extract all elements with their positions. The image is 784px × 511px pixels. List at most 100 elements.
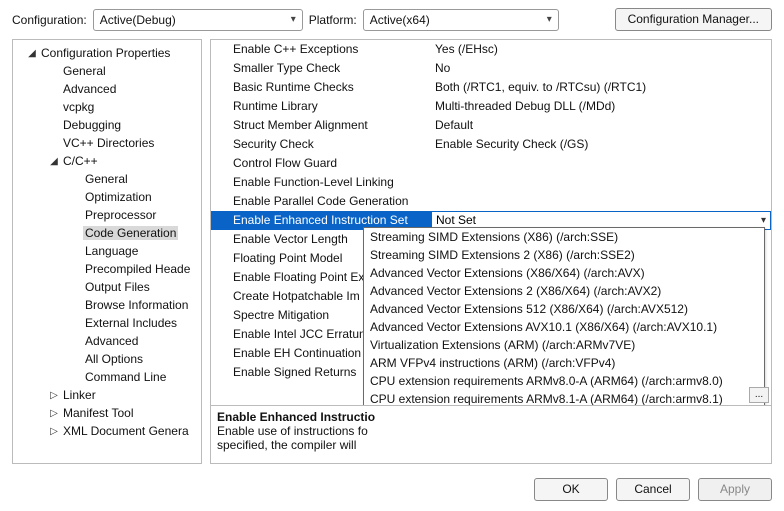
platform-label: Platform: xyxy=(309,13,357,27)
property-row[interactable]: Smaller Type CheckNo xyxy=(211,59,771,78)
configuration-value: Active(Debug) xyxy=(100,10,176,30)
apply-button[interactable]: Apply xyxy=(698,478,772,501)
description-body: Enable use of instructions fo xyxy=(217,424,765,438)
configuration-combo[interactable]: Active(Debug) ▾ xyxy=(93,9,303,31)
tree-item[interactable]: Output Files xyxy=(13,278,201,296)
property-row[interactable]: Basic Runtime ChecksBoth (/RTC1, equiv. … xyxy=(211,78,771,97)
tree-item[interactable]: General xyxy=(13,62,201,80)
tree-item[interactable]: Optimization xyxy=(13,188,201,206)
property-value[interactable]: Multi-threaded Debug DLL (/MDd) xyxy=(431,97,771,116)
tree-label: Command Line xyxy=(83,370,168,384)
tree-item[interactable]: ▷XML Document Genera xyxy=(13,422,201,440)
property-row[interactable]: Enable Function-Level Linking xyxy=(211,173,771,192)
property-name: Smaller Type Check xyxy=(211,59,431,78)
property-value[interactable] xyxy=(431,192,771,211)
dropdown-option[interactable]: Streaming SIMD Extensions 2 (X86) (/arch… xyxy=(364,246,764,264)
property-value[interactable] xyxy=(431,173,771,192)
tree-label: External Includes xyxy=(83,316,179,330)
tree-label: vcpkg xyxy=(61,100,96,114)
tree-item[interactable]: Advanced xyxy=(13,80,201,98)
tree-label: Preprocessor xyxy=(83,208,158,222)
tree-label: VC++ Directories xyxy=(61,136,156,150)
property-grid: Enable C++ ExceptionsYes (/EHsc)Smaller … xyxy=(210,39,772,406)
tree-label: C/C++ xyxy=(61,154,100,168)
tree-label: Output Files xyxy=(83,280,152,294)
description-body: specified, the compiler will xyxy=(217,438,765,452)
tree-item[interactable]: vcpkg xyxy=(13,98,201,116)
dropdown-option[interactable]: Advanced Vector Extensions (X86/X64) (/a… xyxy=(364,264,764,282)
expander-icon[interactable]: ▷ xyxy=(47,390,61,401)
dropdown-option[interactable]: ARM VFPv4 instructions (ARM) (/arch:VFPv… xyxy=(364,354,764,372)
tree-item[interactable]: VC++ Directories xyxy=(13,134,201,152)
tree-label: Advanced xyxy=(61,82,118,96)
dropdown-option[interactable]: CPU extension requirements ARMv8.0-A (AR… xyxy=(364,372,764,390)
expander-icon[interactable]: ▷ xyxy=(47,426,61,437)
description-title: Enable Enhanced Instructio xyxy=(217,410,765,424)
tree-item[interactable]: Preprocessor xyxy=(13,206,201,224)
dropdown-option[interactable]: CPU extension requirements ARMv8.1-A (AR… xyxy=(364,390,764,406)
tree-label: Language xyxy=(83,244,140,258)
chevron-down-icon: ▾ xyxy=(547,10,552,30)
property-name: Enable C++ Exceptions xyxy=(211,40,431,59)
tree-label: Code Generation xyxy=(83,226,178,240)
property-value[interactable]: No xyxy=(431,59,771,78)
tree-item[interactable]: Advanced xyxy=(13,332,201,350)
platform-value: Active(x64) xyxy=(370,10,430,30)
ok-button[interactable]: OK xyxy=(534,478,608,501)
tree-item[interactable]: General xyxy=(13,170,201,188)
dropdown-option[interactable]: Advanced Vector Extensions AVX10.1 (X86/… xyxy=(364,318,764,336)
tree-item-configuration-properties[interactable]: ◢ Configuration Properties xyxy=(13,44,201,62)
tree-label: Optimization xyxy=(83,190,154,204)
tree-item[interactable]: Precompiled Heade xyxy=(13,260,201,278)
tree-label: Linker xyxy=(61,388,98,402)
dropdown-option[interactable]: Virtualization Extensions (ARM) (/arch:A… xyxy=(364,336,764,354)
property-value[interactable]: Both (/RTC1, equiv. to /RTCsu) (/RTC1) xyxy=(431,78,771,97)
dropdown-option[interactable]: Advanced Vector Extensions 512 (X86/X64)… xyxy=(364,300,764,318)
tree-item[interactable]: Debugging xyxy=(13,116,201,134)
tree-item-c-cpp[interactable]: ◢ C/C++ xyxy=(13,152,201,170)
tree-item[interactable]: ▷Manifest Tool xyxy=(13,404,201,422)
tree-label: General xyxy=(83,172,130,186)
tree-item[interactable]: Code Generation xyxy=(13,224,201,242)
tree-label: XML Document Genera xyxy=(61,424,191,438)
expander-icon[interactable]: ◢ xyxy=(47,156,61,167)
property-value[interactable] xyxy=(431,154,771,173)
property-name: Enable Function-Level Linking xyxy=(211,173,431,192)
property-row[interactable]: Enable C++ ExceptionsYes (/EHsc) xyxy=(211,40,771,59)
property-name: Security Check xyxy=(211,135,431,154)
property-row[interactable]: Control Flow Guard xyxy=(211,154,771,173)
platform-combo[interactable]: Active(x64) ▾ xyxy=(363,9,559,31)
tree-item[interactable]: ▷Linker xyxy=(13,386,201,404)
expander-icon[interactable]: ◢ xyxy=(25,48,39,59)
property-name: Runtime Library xyxy=(211,97,431,116)
tree-label: Advanced xyxy=(83,334,140,348)
tree-label: Precompiled Heade xyxy=(83,262,192,276)
expander-icon[interactable]: ▷ xyxy=(47,408,61,419)
dropdown-option[interactable]: Streaming SIMD Extensions (X86) (/arch:S… xyxy=(364,228,764,246)
property-row[interactable]: Enable Parallel Code Generation xyxy=(211,192,771,211)
tree-item[interactable]: External Includes xyxy=(13,314,201,332)
tree-item[interactable]: All Options xyxy=(13,350,201,368)
tree-label: Manifest Tool xyxy=(61,406,135,420)
tree-item[interactable]: Browse Information xyxy=(13,296,201,314)
property-row[interactable]: Runtime LibraryMulti-threaded Debug DLL … xyxy=(211,97,771,116)
instruction-set-dropdown[interactable]: Streaming SIMD Extensions (X86) (/arch:S… xyxy=(363,227,765,406)
property-value[interactable]: Default xyxy=(431,116,771,135)
property-value[interactable]: Enable Security Check (/GS) xyxy=(431,135,771,154)
property-row[interactable]: Struct Member AlignmentDefault xyxy=(211,116,771,135)
tree-label: Browse Information xyxy=(83,298,190,312)
tree-item[interactable]: Language xyxy=(13,242,201,260)
dropdown-option[interactable]: Advanced Vector Extensions 2 (X86/X64) (… xyxy=(364,282,764,300)
property-name: Control Flow Guard xyxy=(211,154,431,173)
configuration-label: Configuration: xyxy=(12,13,87,27)
tree-item[interactable]: Command Line xyxy=(13,368,201,386)
tree-label: Debugging xyxy=(61,118,123,132)
description-pane: Enable Enhanced Instructio Enable use of… xyxy=(210,406,772,464)
property-row[interactable]: Security CheckEnable Security Check (/GS… xyxy=(211,135,771,154)
more-button[interactable]: ... xyxy=(749,387,769,403)
property-name: Struct Member Alignment xyxy=(211,116,431,135)
configuration-manager-button[interactable]: Configuration Manager... xyxy=(615,8,772,31)
cancel-button[interactable]: Cancel xyxy=(616,478,690,501)
tree-label: Configuration Properties xyxy=(39,46,172,60)
property-value[interactable]: Yes (/EHsc) xyxy=(431,40,771,59)
